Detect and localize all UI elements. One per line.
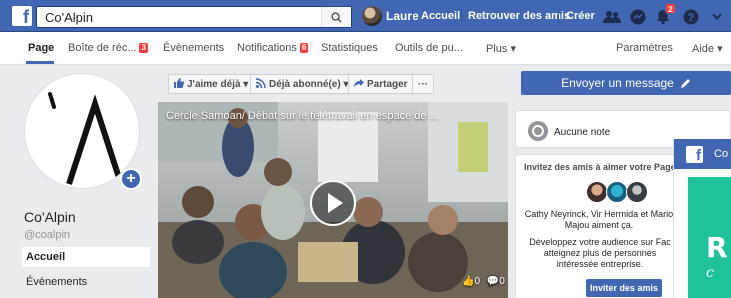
inbox-count-badge: 3: [139, 43, 148, 53]
divider: [412, 9, 413, 23]
find-friends-link[interactable]: Retrouver des amis: [468, 10, 570, 22]
tab-settings[interactable]: Paramètres: [616, 42, 673, 54]
video-title[interactable]: Cercle Samoan/ Débat sur le télétravail …: [166, 110, 439, 122]
tab-notifications[interactable]: Notifications 6: [237, 42, 309, 54]
tab-inbox[interactable]: Boîte de réc... 3: [68, 42, 148, 54]
invite-friends-button[interactable]: Inviter des amis: [586, 279, 662, 297]
rating-label: Aucune note: [554, 127, 611, 138]
more-options-button[interactable]: ···: [412, 74, 434, 94]
messages-icon[interactable]: [628, 7, 648, 27]
sidebar-item-events[interactable]: Évènements: [22, 272, 150, 292]
tab-publishing-tools[interactable]: Outils de pu...: [395, 42, 463, 54]
tab-label: Outils de pu...: [395, 42, 463, 54]
create-link[interactable]: Créer: [566, 10, 595, 22]
avatar[interactable]: [586, 181, 608, 203]
video-comment-count: 0: [499, 276, 505, 287]
play-icon: [328, 193, 343, 213]
like-button[interactable]: J'aime déjà ▾: [168, 74, 255, 94]
facebook-logo-icon[interactable]: f: [12, 6, 32, 26]
follow-button-label: Déjà abonné(e) ▾: [269, 78, 349, 90]
page-name: Co'Alpin: [24, 209, 76, 225]
comment-icon: 💬: [486, 276, 500, 287]
user-name: Laure: [386, 9, 419, 23]
account-menu-chevron-down-icon[interactable]: [707, 7, 727, 27]
active-tab-indicator: [26, 61, 54, 64]
tab-events[interactable]: Évènements: [163, 42, 224, 54]
notification-count-badge: 2: [665, 3, 676, 14]
page-nav: Page Boîte de réc... 3 Évènements Notific…: [0, 32, 731, 65]
top-bar: f Laure Accueil Retrouver des amis Créer…: [0, 0, 731, 32]
share-button[interactable]: Partager: [348, 74, 414, 94]
facebook-logo-icon: f: [686, 146, 703, 163]
svg-text:R: R: [706, 231, 728, 264]
thumbs-up-icon: 👍: [462, 276, 475, 287]
send-message-label: Envoyer un message: [561, 76, 674, 90]
more-options-label: ···: [418, 78, 428, 90]
add-photo-button[interactable]: +: [120, 168, 142, 190]
avatar[interactable]: [606, 181, 628, 203]
notifications-count-badge: 6: [299, 43, 309, 53]
tab-more[interactable]: Plus ▾: [486, 42, 516, 55]
search-box: [36, 6, 352, 28]
left-column: + Co'Alpin @coalpin Accueil Évènements: [0, 65, 160, 298]
follow-button[interactable]: Déjà abonné(e) ▾: [250, 74, 355, 94]
cover-video[interactable]: Cercle Samoan/ Débat sur le télétravail …: [158, 102, 508, 298]
svg-text:c: c: [706, 265, 714, 281]
tab-label: Plus ▾: [486, 43, 516, 55]
share-button-label: Partager: [367, 78, 408, 90]
notifications-icon[interactable]: 2: [653, 3, 676, 27]
page-preview-popup[interactable]: f Co R c: [673, 139, 731, 298]
tab-page[interactable]: Page: [28, 42, 54, 54]
tab-label: Paramètres: [616, 42, 673, 54]
video-like-count: 0: [474, 276, 481, 287]
tab-label: Boîte de réc...: [68, 42, 137, 54]
avatar: [362, 6, 382, 26]
video-stats: 👍0 💬0: [462, 276, 505, 287]
search-button[interactable]: [321, 7, 351, 27]
popup-title: Co: [714, 148, 729, 160]
divider: [461, 9, 462, 23]
invite-title: Invitez des amis à aimer votre Page: [524, 162, 676, 172]
popup-header: f Co: [674, 139, 731, 169]
send-message-button[interactable]: Envoyer un message: [521, 71, 731, 95]
search-icon: [331, 11, 342, 23]
grow-audience-text: Développez votre audience sur Fac atteig…: [529, 237, 671, 269]
sidebar-item-home[interactable]: Accueil: [22, 247, 150, 267]
tab-label: Aide ▾: [692, 43, 723, 55]
pencil-icon: [680, 78, 690, 88]
thumbs-up-icon: [174, 77, 185, 91]
page-handle[interactable]: @coalpin: [24, 229, 70, 241]
tab-label: Notifications: [237, 42, 297, 54]
tab-statistics[interactable]: Statistiques: [321, 42, 378, 54]
speech-bubble-icon: [528, 121, 548, 141]
svg-text:?: ?: [688, 12, 695, 24]
avatar[interactable]: [626, 181, 648, 203]
tab-label: Évènements: [163, 42, 225, 54]
like-button-label: J'aime déjà ▾: [187, 78, 249, 90]
divider: [558, 9, 559, 23]
rss-icon: [255, 77, 266, 91]
profile-link[interactable]: Laure: [362, 4, 419, 28]
tab-help[interactable]: Aide ▾: [692, 42, 723, 55]
tab-label: Page: [28, 42, 55, 54]
share-arrow-icon: [354, 78, 364, 91]
friend-requests-icon[interactable]: [602, 7, 622, 27]
help-icon[interactable]: ?: [681, 7, 701, 27]
friends-like-text: Cathy Neyrinck, Vir Hermida et Mario Maj…: [524, 209, 674, 230]
popup-cover-image: R c: [688, 177, 731, 298]
tab-label: Statistiques: [321, 42, 378, 54]
home-link[interactable]: Accueil: [421, 10, 460, 22]
search-input[interactable]: [37, 7, 317, 27]
play-button[interactable]: [310, 180, 356, 226]
